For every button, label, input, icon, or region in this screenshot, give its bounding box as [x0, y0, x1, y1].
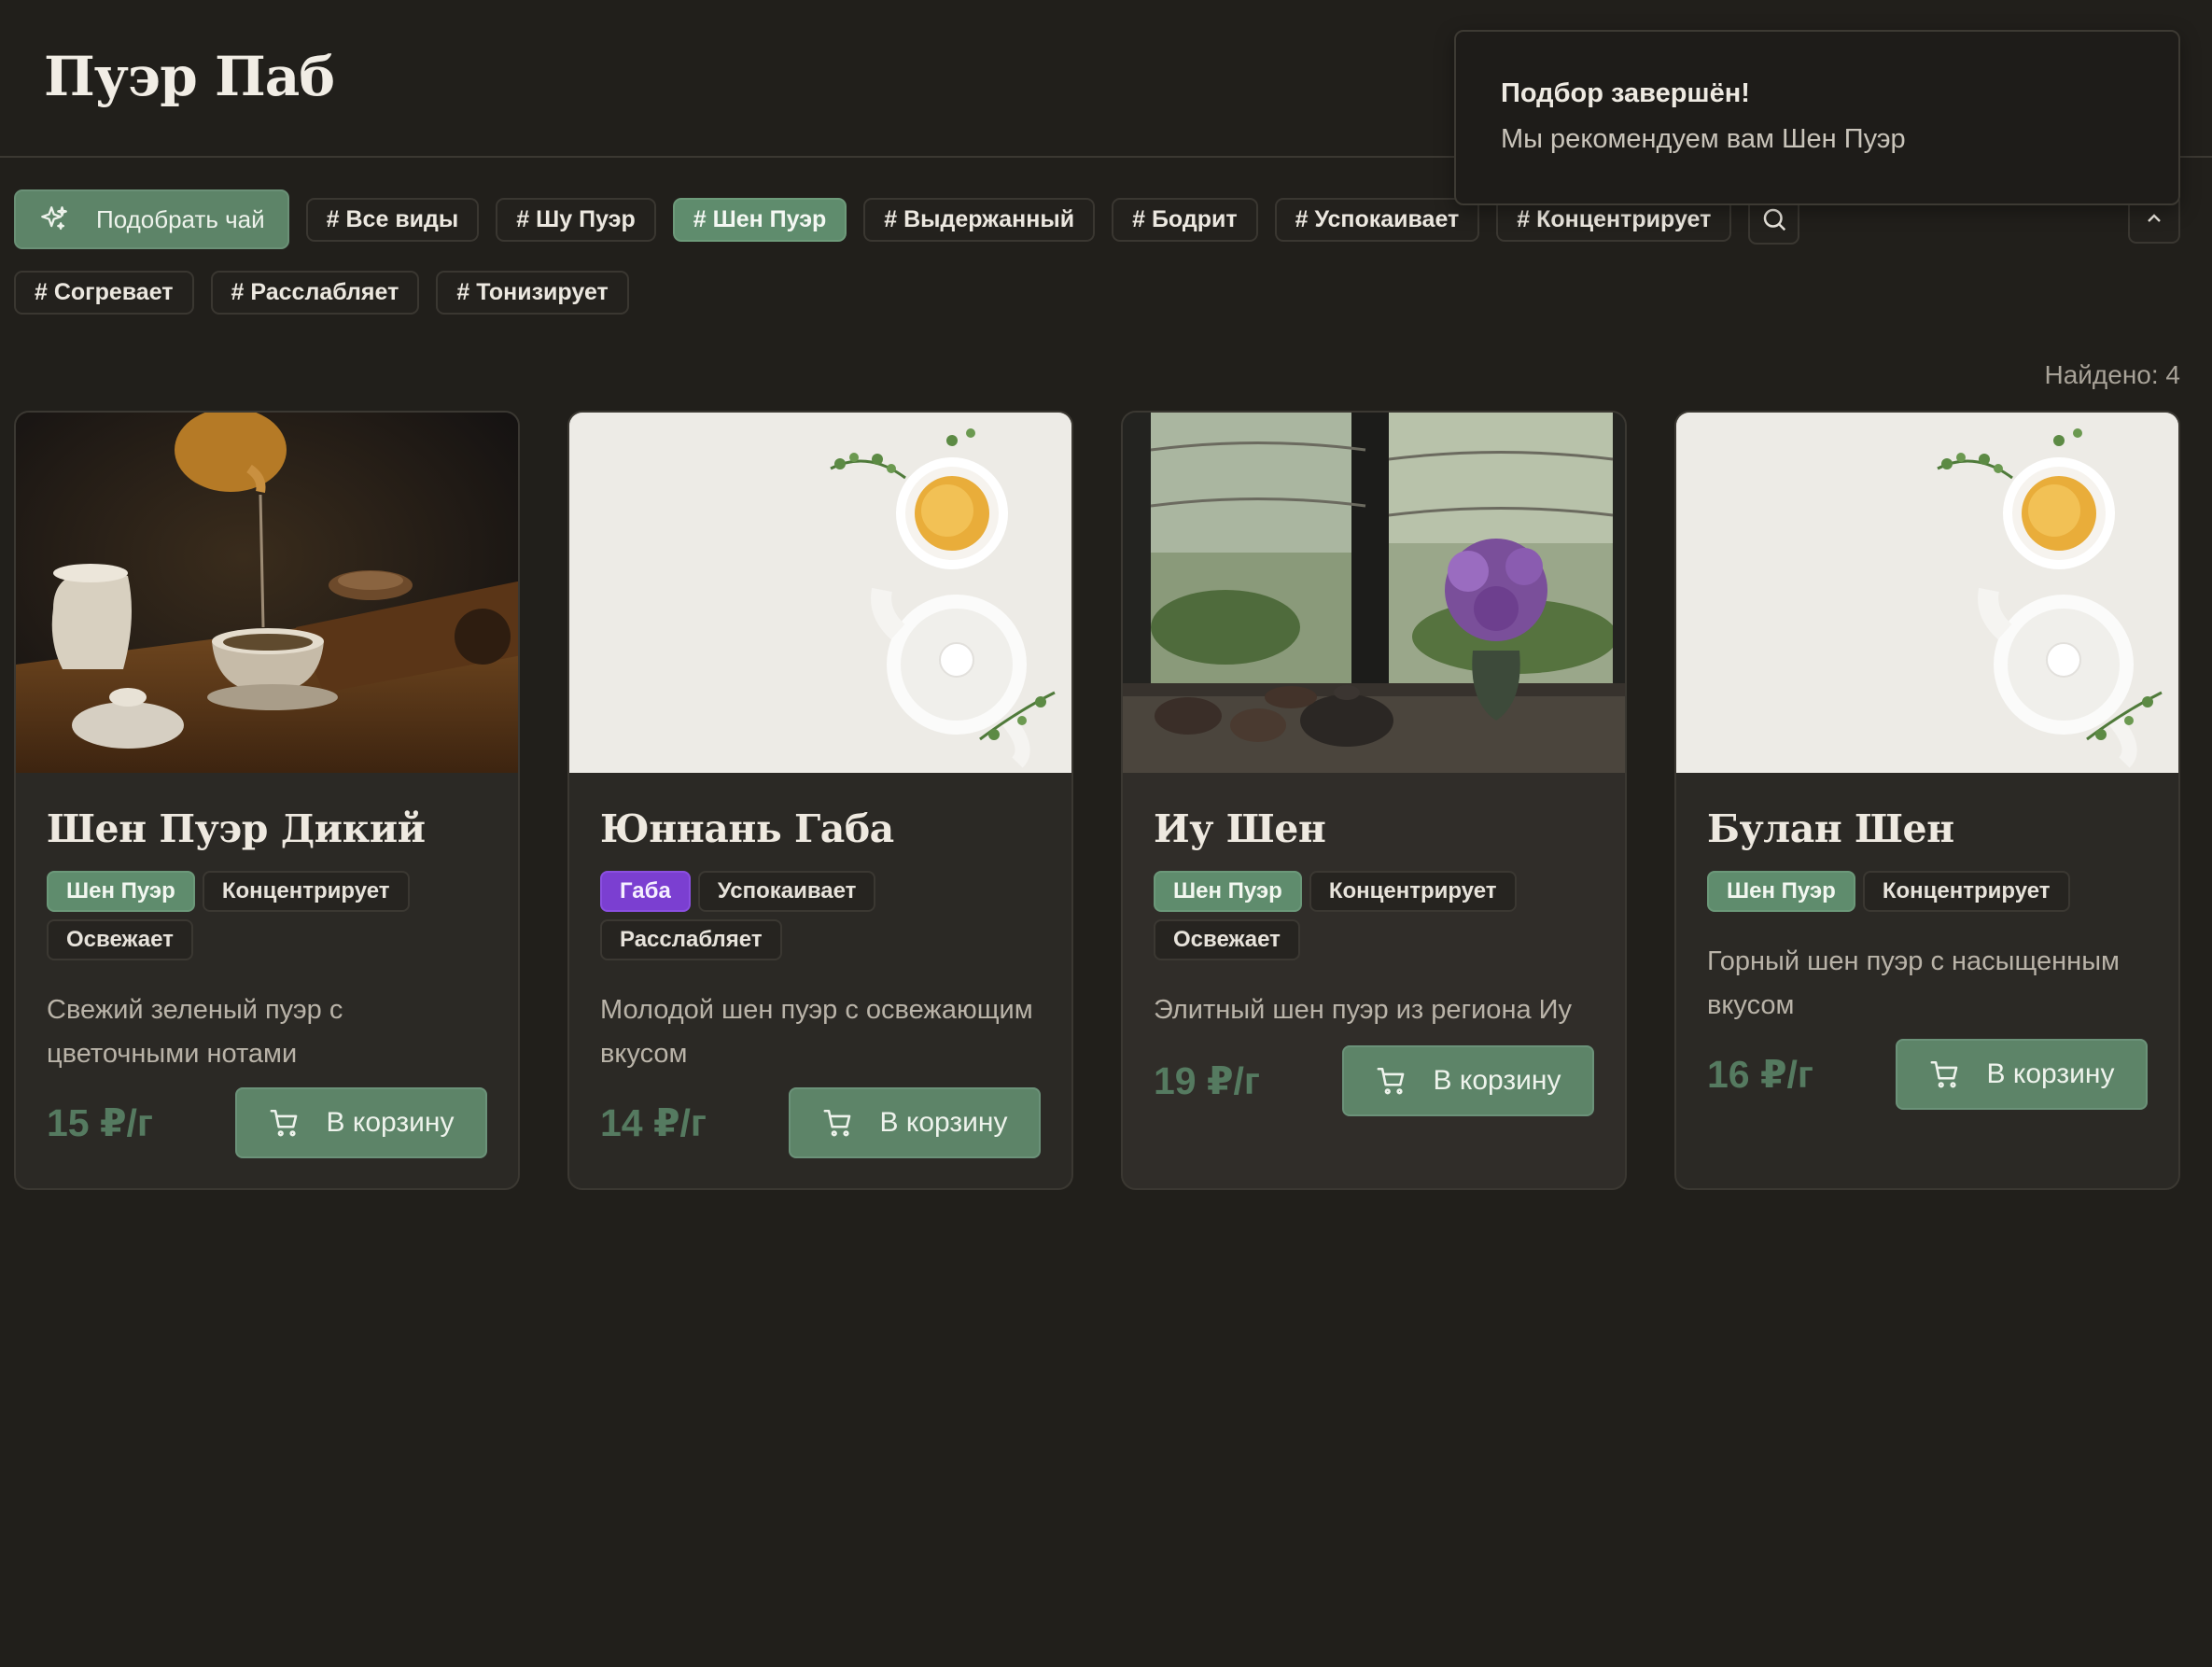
product-price: 15 ₽/г [47, 1101, 153, 1144]
product-tag[interactable]: Концентрирует [202, 871, 410, 912]
filter-chip-aged[interactable]: # Выдержанный [863, 197, 1096, 242]
app-logo[interactable]: Пуэр Паб [44, 45, 335, 108]
white-teapot-photo [569, 413, 1071, 773]
product-tag[interactable]: Успокаивает [697, 871, 876, 912]
cart-icon [1377, 1067, 1404, 1095]
product-price: 14 ₽/г [600, 1101, 707, 1144]
add-to-cart-label: В корзину [879, 1107, 1008, 1138]
product-tag[interactable]: Габа [600, 871, 691, 912]
product-title[interactable]: Юннань Габа [600, 806, 1041, 851]
product-card[interactable]: Юннань Габа Габа Успокаивает Расслабляет… [567, 411, 1073, 1190]
product-tag[interactable]: Концентрирует [1309, 871, 1517, 912]
product-card[interactable]: Шен Пуэр Дикий Шен Пуэр Концентрирует Ос… [14, 411, 520, 1190]
product-tags: Шен Пуэр Концентрирует Освежает [47, 871, 485, 960]
chevron-up-icon [2148, 214, 2161, 222]
product-tags: Шен Пуэр Концентрирует Освежает [1154, 871, 1592, 960]
product-tag[interactable]: Освежает [1154, 919, 1300, 960]
product-tag[interactable]: Шен Пуэр [1154, 871, 1302, 912]
filter-chip-tones[interactable]: # Тонизирует [436, 271, 629, 315]
product-tag[interactable]: Шен Пуэр [1707, 871, 1855, 912]
product-footer: 14 ₽/г В корзину [600, 1087, 1041, 1158]
cart-icon [823, 1109, 850, 1137]
product-image [569, 413, 1071, 773]
sparkle-icon [41, 206, 67, 231]
filter-chip-calms[interactable]: # Успокаивает [1274, 197, 1480, 242]
product-tag[interactable]: Освежает [47, 919, 193, 960]
product-tags: Габа Успокаивает Расслабляет [600, 871, 1039, 960]
filter-chip-shen-puer[interactable]: # Шен Пуэр [672, 197, 847, 242]
toast-message: Мы рекомендуем вам Шен Пуэр [1501, 124, 1906, 154]
product-title[interactable]: Шен Пуэр Дикий [47, 806, 487, 851]
window-flowers-photo [1123, 413, 1625, 773]
product-title[interactable]: Булан Шен [1707, 806, 2148, 851]
filter-chip-shu-puer[interactable]: # Шу Пуэр [496, 197, 656, 242]
add-to-cart-button[interactable]: В корзину [1896, 1039, 2148, 1110]
add-to-cart-label: В корзину [326, 1107, 455, 1138]
product-tag[interactable]: Расслабляет [600, 919, 782, 960]
filter-chip-warms[interactable]: # Согревает [14, 271, 194, 315]
product-image [1676, 413, 2178, 773]
product-price: 19 ₽/г [1154, 1059, 1260, 1102]
add-to-cart-label: В корзину [1433, 1065, 1561, 1096]
product-price: 16 ₽/г [1707, 1053, 1813, 1096]
white-teapot-photo [1676, 413, 2178, 773]
results-count: Найдено: 4 [2044, 360, 2180, 389]
product-footer: 19 ₽/г В корзину [1154, 1045, 1594, 1116]
filter-chip-energizes[interactable]: # Бодрит [1112, 197, 1258, 242]
product-footer: 16 ₽/г В корзину [1707, 1039, 2148, 1110]
toast-notification: Подбор завершён! Мы рекомендуем вам Шен … [1454, 30, 2180, 205]
product-grid: Шен Пуэр Дикий Шен Пуэр Концентрирует Ос… [14, 411, 2180, 1190]
product-card[interactable]: Иу Шен Шен Пуэр Концентрирует Освежает Э… [1121, 411, 1627, 1190]
product-title[interactable]: Иу Шен [1154, 806, 1594, 851]
add-to-cart-label: В корзину [1986, 1058, 2115, 1089]
product-description: Элитный шен пуэр из региона Иу [1154, 995, 1572, 1025]
toast-title: Подбор завершён! [1501, 78, 1750, 108]
cart-icon [270, 1109, 297, 1137]
cart-icon [1930, 1060, 1957, 1088]
product-image [16, 413, 518, 773]
add-to-cart-button[interactable]: В корзину [235, 1087, 487, 1158]
product-footer: 15 ₽/г В корзину [47, 1087, 487, 1158]
filter-chip-relaxes[interactable]: # Расслабляет [210, 271, 420, 315]
product-image [1123, 413, 1625, 773]
add-to-cart-button[interactable]: В корзину [789, 1087, 1041, 1158]
filter-bar-row2: # Согревает # Расслабляет # Тонизирует [14, 271, 629, 315]
pick-tea-button[interactable]: Подобрать чай [14, 189, 289, 249]
product-tag[interactable]: Концентрирует [1862, 871, 2070, 912]
product-description: Горный шен пуэр с насыщенным вкусом [1707, 946, 2120, 1020]
tea-pouring-photo [16, 413, 518, 773]
product-tag[interactable]: Шен Пуэр [47, 871, 195, 912]
pick-tea-label: Подобрать чай [96, 204, 265, 233]
product-description: Свежий зеленый пуэр с цветочными нотами [47, 995, 343, 1069]
filter-chip-all[interactable]: # Все виды [305, 197, 480, 242]
product-description: Молодой шен пуэр с освежающим вкусом [600, 995, 1033, 1069]
product-card[interactable]: Булан Шен Шен Пуэр Концентрирует Горный … [1674, 411, 2180, 1190]
search-icon [1763, 208, 1785, 231]
product-tags: Шен Пуэр Концентрирует [1707, 871, 2146, 912]
add-to-cart-button[interactable]: В корзину [1342, 1045, 1594, 1116]
